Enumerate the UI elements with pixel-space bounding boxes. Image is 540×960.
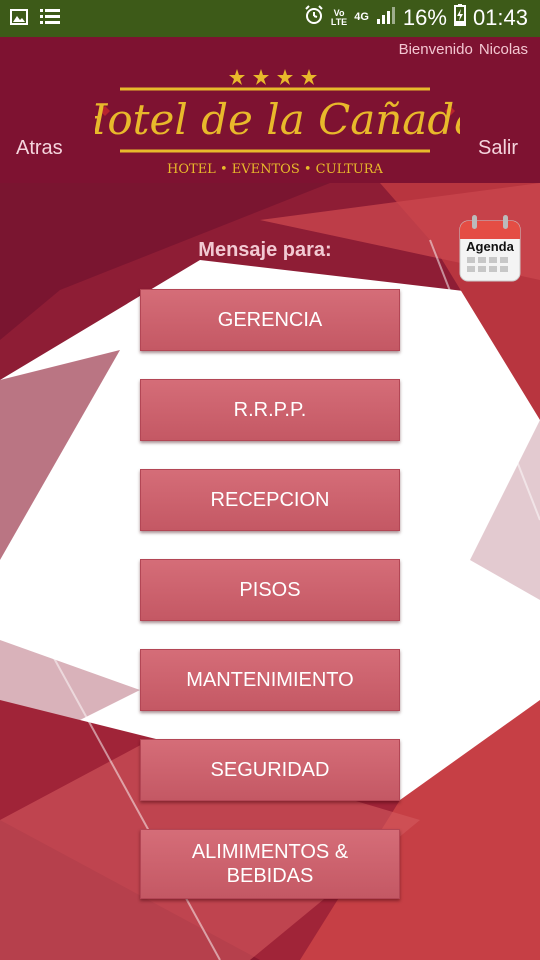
alimentos-bebidas-button[interactable]: ALIMIMENTOS & BEBIDAS [140,829,400,899]
main-content: Mensaje para: Agenda GERENCIA R.R.P.P. R… [0,183,540,960]
gallery-notification-icon [10,9,28,30]
message-prompt: Mensaje para: [198,239,332,261]
back-link[interactable]: Atras [16,137,63,160]
agenda-label: Agenda [466,239,514,254]
gerencia-button[interactable]: GERENCIA [140,289,400,351]
network-type-indicator: 4G [354,11,369,23]
app-header: BienvenidoNicolas Hotel de la Cañada HOT… [0,37,540,183]
signal-icon [376,6,396,29]
logo-subtitle: HOTEL • EVENTOS • CULTURA [167,162,384,177]
mantenimiento-button[interactable]: MANTENIMIENTO [140,649,400,711]
status-bar: Vo LTE 4G 16% 01:43 [0,0,540,37]
logo-title: Hotel de la Cañada [95,95,460,144]
hotel-logo: Hotel de la Cañada HOTEL • EVENTOS • CUL… [95,69,460,177]
clock: 01:43 [472,4,528,30]
logout-link[interactable]: Salir [478,137,518,160]
battery-charging-icon [453,4,466,31]
rrpp-button[interactable]: R.R.P.P. [140,379,400,441]
recepcion-button[interactable]: RECEPCION [140,469,400,531]
alarm-icon [304,5,324,30]
pisos-button[interactable]: PISOS [140,559,400,621]
volte-indicator: Vo LTE [330,7,348,27]
agenda-calendar-icon[interactable]: Agenda [458,213,522,283]
battery-percent: 16% [402,4,447,30]
list-notification-icon [40,8,60,31]
seguridad-button[interactable]: SEGURIDAD [140,739,400,801]
user-name: Nicolas [478,41,528,58]
